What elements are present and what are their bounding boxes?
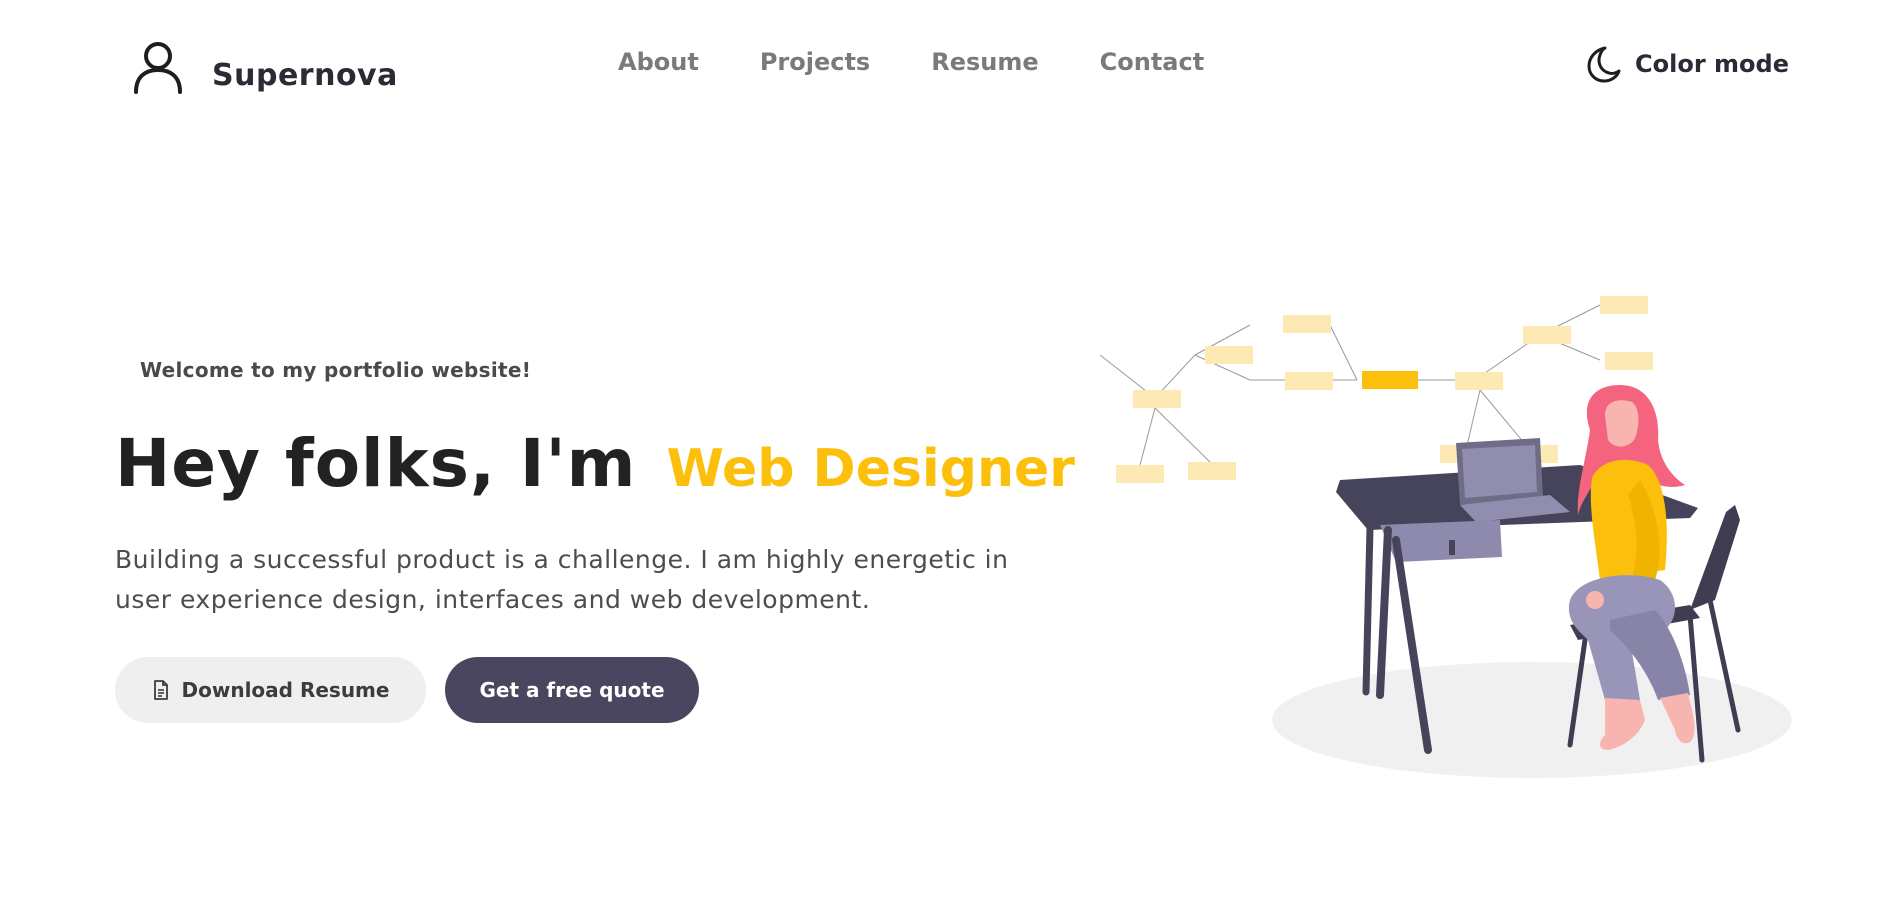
page: Supernova About Projects Resume Contact … [0, 0, 1887, 922]
download-resume-label: Download Resume [181, 678, 390, 702]
mindmap-boxes [1116, 296, 1653, 483]
headline-role: Web Designer [666, 439, 1075, 499]
hero-buttons: Download Resume Get a free quote [115, 657, 699, 723]
welcome-text: Welcome to my portfolio website! [140, 358, 532, 382]
nav-link-resume[interactable]: Resume [931, 48, 1038, 76]
main-nav: About Projects Resume Contact [618, 48, 1265, 76]
nav-link-projects[interactable]: Projects [760, 48, 870, 76]
mindmap-highlight-box [1362, 371, 1418, 389]
color-mode-toggle[interactable]: Color mode [1583, 44, 1789, 84]
download-resume-button[interactable]: Download Resume [115, 657, 426, 723]
user-outline-icon [134, 42, 182, 94]
hero-description: Building a successful product is a chall… [115, 545, 1009, 614]
brand-name: Supernova [212, 57, 398, 93]
color-mode-label: Color mode [1635, 50, 1789, 78]
nav-link-about[interactable]: About [618, 48, 699, 76]
document-icon [153, 680, 168, 700]
hero-illustration [1100, 296, 1792, 778]
free-quote-button[interactable]: Get a free quote [445, 657, 699, 723]
headline-text: Hey folks, I'm [115, 425, 637, 502]
nav-link-contact[interactable]: Contact [1100, 48, 1205, 76]
brand[interactable]: Supernova [130, 38, 398, 94]
site-header: Supernova About Projects Resume Contact … [0, 0, 1887, 130]
moon-icon [1587, 46, 1621, 83]
floor-shadow [1272, 662, 1792, 778]
hero-headline: Hey folks, I'm Web Designer [115, 425, 1075, 502]
